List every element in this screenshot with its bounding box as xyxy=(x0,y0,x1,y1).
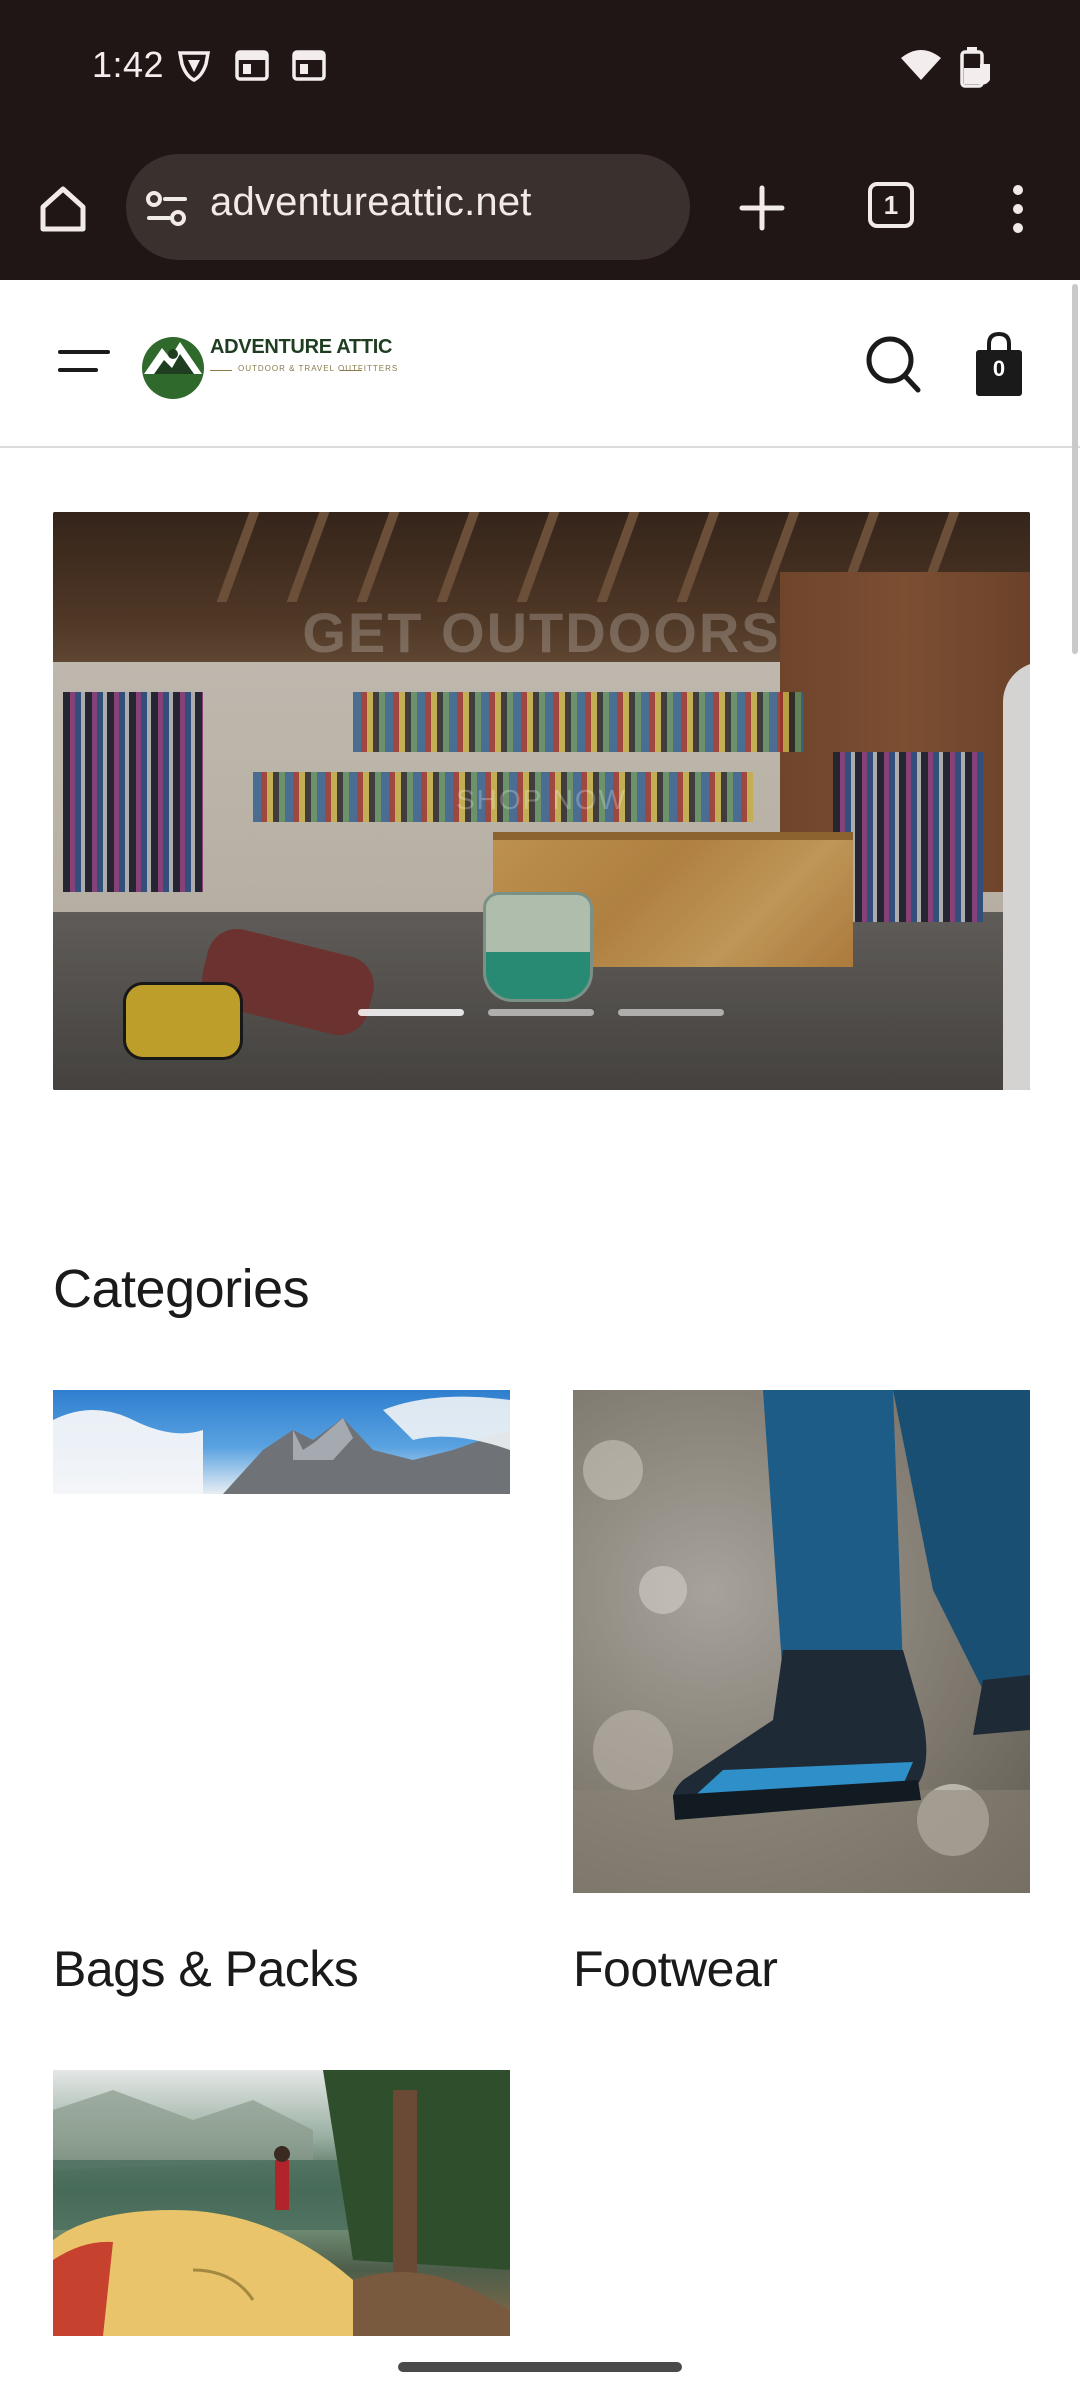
home-gesture-bar[interactable] xyxy=(398,2362,682,2372)
category-label[interactable]: Footwear xyxy=(573,1940,778,1998)
cart-count-badge: 0 xyxy=(992,356,1006,381)
category-card-camping[interactable] xyxy=(53,2070,510,2336)
url-text[interactable]: adventureattic.net xyxy=(210,180,532,225)
slider-dot[interactable] xyxy=(358,1009,464,1016)
battery-charging-icon xyxy=(956,46,992,88)
site-settings-icon[interactable] xyxy=(144,186,190,232)
home-icon[interactable] xyxy=(30,176,96,242)
status-time: 1:42 xyxy=(92,44,165,85)
category-image[interactable] xyxy=(53,1390,510,1494)
menu-icon[interactable] xyxy=(58,346,110,380)
category-image[interactable] xyxy=(573,1390,1030,1893)
category-card-footwear[interactable]: Footwear xyxy=(573,1390,1030,2010)
new-tab-icon[interactable] xyxy=(734,180,790,236)
calendar-notification-icon xyxy=(291,48,327,82)
logo-mountain-icon xyxy=(142,337,204,399)
category-image[interactable] xyxy=(53,2070,510,2336)
categories-heading: Categories xyxy=(53,1259,310,1319)
hero-heading: GET OUTDOORS xyxy=(302,601,781,664)
page-scrollbar[interactable] xyxy=(1072,284,1078,654)
slider-dot[interactable] xyxy=(488,1009,594,1016)
overflow-menu-icon[interactable] xyxy=(1000,176,1036,242)
search-icon[interactable] xyxy=(864,332,924,396)
hero-slider[interactable]: GET OUTDOORS SHOP NOW xyxy=(53,512,1030,1090)
cart-button[interactable]: 0 xyxy=(974,330,1024,398)
category-card-bags-packs[interactable]: Bags & Packs xyxy=(53,1390,510,2010)
calendar-notification-icon xyxy=(234,48,270,82)
logo-title: ADVENTURE ATTIC xyxy=(210,336,393,358)
site-logo[interactable]: ADVENTURE ATTIC OUTDOOR & TRAVEL OUTFITT… xyxy=(140,324,399,402)
tab-switcher-button[interactable]: 1 xyxy=(868,182,914,228)
category-label[interactable]: Bags & Packs xyxy=(53,1940,359,1998)
hero-shop-now-button[interactable]: SHOP NOW xyxy=(53,784,1030,816)
wifi-icon xyxy=(900,50,942,82)
logo-subtitle: OUTDOOR & TRAVEL OUTFITTERS xyxy=(238,364,399,373)
slider-dot[interactable] xyxy=(618,1009,724,1016)
browser-toolbar: adventureattic.net 1 xyxy=(0,136,1080,280)
vpn-shield-icon xyxy=(176,48,212,84)
site-header: ADVENTURE ATTIC OUTDOOR & TRAVEL OUTFITT… xyxy=(0,280,1080,448)
status-bar: 1:42 xyxy=(0,0,1080,136)
